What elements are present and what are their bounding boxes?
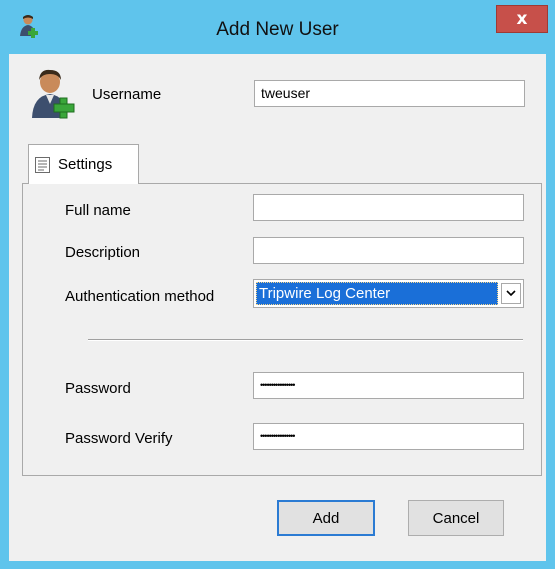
password-label: Password: [65, 380, 131, 397]
description-input[interactable]: [253, 237, 524, 264]
close-button[interactable]: x: [496, 5, 548, 33]
tab-settings-label: Settings: [58, 156, 113, 173]
separator-line: [88, 339, 523, 341]
dialog-body: Username tweuser Settings Full name Desc…: [9, 54, 546, 561]
password-input[interactable]: ••••••••••••••••: [253, 372, 524, 399]
user-add-icon: [30, 68, 78, 120]
username-label: Username: [92, 86, 162, 103]
tab-settings[interactable]: Settings: [28, 144, 139, 184]
password-verify-input[interactable]: ••••••••••••••••: [253, 423, 524, 450]
auth-method-selected: Tripwire Log Center: [256, 282, 498, 305]
full-name-label: Full name: [65, 202, 131, 219]
dialog-window: Add New User x Username tweuser Settings…: [0, 0, 555, 569]
username-input[interactable]: tweuser: [254, 80, 525, 107]
full-name-input[interactable]: [253, 194, 524, 221]
cancel-button[interactable]: Cancel: [408, 500, 504, 536]
close-icon: x: [516, 9, 528, 29]
chevron-down-icon[interactable]: [501, 283, 521, 304]
add-button[interactable]: Add: [277, 500, 375, 536]
window-title: Add New User: [216, 19, 339, 40]
auth-method-select[interactable]: Tripwire Log Center: [253, 279, 524, 308]
auth-method-label: Authentication method: [65, 288, 215, 305]
description-label: Description: [65, 244, 141, 261]
title-bar[interactable]: Add New User x: [0, 0, 555, 54]
settings-page-icon: [35, 156, 50, 173]
password-verify-label: Password Verify: [65, 430, 173, 447]
